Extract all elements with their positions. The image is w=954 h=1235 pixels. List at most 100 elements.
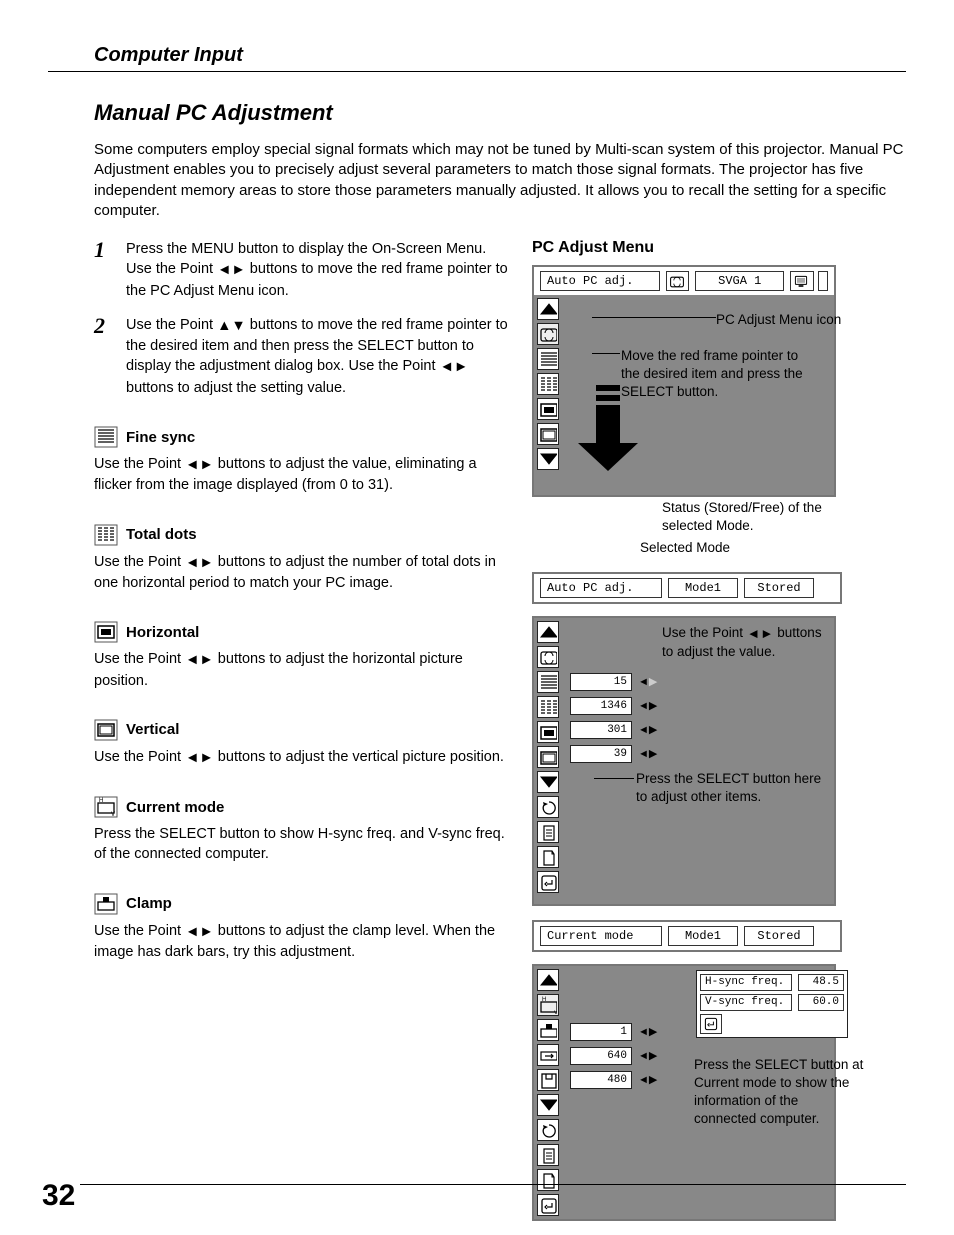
current-mode-icon — [94, 796, 118, 818]
fine-sync-desc: Use the Point ◄► buttons to adjust the v… — [94, 454, 514, 496]
fine-sync-label: Fine sync — [126, 429, 195, 446]
scroll-up-icon[interactable] — [537, 969, 559, 991]
reload-item[interactable] — [537, 1119, 559, 1141]
bar2-mid: Mode1 — [668, 578, 738, 598]
total-dots-item[interactable] — [537, 373, 559, 395]
step-1-text: Press the MENU button to display the On-… — [126, 239, 514, 301]
value-vertical: 39 — [570, 745, 632, 763]
pc-adjust-menu-title: PC Adjust Menu — [532, 239, 906, 257]
osd1-sys-label: SVGA 1 — [695, 271, 784, 291]
scroll-down-icon[interactable] — [537, 771, 559, 793]
total-dots-label: Total dots — [126, 526, 197, 543]
vertical-label: Vertical — [126, 721, 179, 738]
return-item[interactable] — [537, 871, 559, 893]
vsync-label: V-sync freq. — [700, 994, 792, 1011]
intro-text: Some computers employ special signal for… — [94, 140, 906, 221]
note-curmode: Press the SELECT button at Current mode … — [694, 1056, 864, 1129]
note-selmode: Selected Mode — [640, 539, 760, 557]
value-fine-sync: 15 — [570, 673, 632, 691]
step-number-1: 1 — [94, 239, 114, 301]
display-area-item[interactable] — [537, 1044, 559, 1066]
current-mode-label: Current mode — [126, 799, 224, 816]
bar2-right: Stored — [744, 578, 814, 598]
value-horizontal: 301 — [570, 721, 632, 739]
osd-panel-1: Auto PC adj. SVGA 1 — [532, 265, 836, 497]
clamp-item[interactable] — [537, 1019, 559, 1041]
hsync-value: 48.5 — [798, 974, 844, 991]
adjust-arrows[interactable]: ◄▶ — [638, 1025, 657, 1038]
fine-sync-item[interactable] — [537, 348, 559, 370]
scroll-down-icon[interactable] — [537, 448, 559, 470]
section-title: Computer Input — [94, 44, 906, 67]
status-bar-2: Current mode Mode1 Stored — [532, 920, 842, 952]
bar3-right: Stored — [744, 926, 814, 946]
vertical-item[interactable] — [537, 423, 559, 445]
note-move: Move the red frame pointer to the desire… — [621, 347, 811, 402]
fine-sync-item[interactable] — [537, 671, 559, 693]
note-status: Status (Stored/Free) of the selected Mod… — [662, 499, 852, 535]
bar3-left: Current mode — [540, 926, 662, 946]
scroll-down-icon[interactable] — [537, 1094, 559, 1116]
top-rule — [48, 71, 906, 72]
return-icon[interactable] — [700, 1014, 722, 1034]
total-dots-icon — [94, 524, 118, 546]
horizontal-item[interactable] — [537, 721, 559, 743]
page-number: 32 — [42, 1179, 75, 1213]
left-right-icon: ◄► — [440, 357, 469, 377]
total-dots-desc: Use the Point ◄► buttons to adjust the n… — [94, 552, 514, 594]
step-number-2: 2 — [94, 315, 114, 398]
status-bar-1: Auto PC adj. Mode1 Stored — [532, 572, 842, 604]
osd-panel-3: 1 ◄▶ 640 ◄▶ 480 ◄▶ — [532, 964, 836, 1221]
adjust-arrows[interactable]: ◄▶ — [638, 699, 657, 712]
osd1-top-label: Auto PC adj. — [540, 271, 660, 291]
adjust-arrows[interactable]: ◄▶ — [638, 747, 657, 760]
doc2-item[interactable] — [537, 1169, 559, 1191]
value-disp-v: 480 — [570, 1071, 632, 1089]
left-right-icon: ◄► — [217, 260, 246, 280]
current-mode-item[interactable] — [537, 994, 559, 1016]
auto-pc-item[interactable] — [537, 646, 559, 668]
store-item[interactable] — [537, 1069, 559, 1091]
hsync-label: H-sync freq. — [700, 974, 792, 991]
note-other: Press the SELECT button here to adjust o… — [636, 770, 826, 806]
vertical-item[interactable] — [537, 746, 559, 768]
total-dots-item[interactable] — [537, 696, 559, 718]
clamp-icon — [94, 893, 118, 915]
horizontal-desc: Use the Point ◄► buttons to adjust the h… — [94, 649, 514, 691]
note-adjust: Use the Point ◄► buttons to adjust the v… — [662, 624, 832, 661]
page-title: Manual PC Adjustment — [94, 100, 906, 126]
return-item[interactable] — [537, 1194, 559, 1216]
auto-pc-item[interactable] — [537, 323, 559, 345]
adjust-arrows[interactable]: ◄▶ — [638, 675, 657, 688]
current-mode-desc: Press the SELECT button to show H-sync f… — [94, 824, 514, 865]
monitor-icon — [790, 271, 814, 291]
osd-panel-2: Use the Point ◄► buttons to adjust the v… — [532, 616, 836, 906]
clamp-label: Clamp — [126, 895, 172, 912]
horizontal-item[interactable] — [537, 398, 559, 420]
up-down-icon: ▲▼ — [217, 316, 246, 336]
horizontal-label: Horizontal — [126, 624, 199, 641]
bottom-rule — [80, 1184, 906, 1185]
bar3-mid: Mode1 — [668, 926, 738, 946]
value-total-dots: 1346 — [570, 697, 632, 715]
vertical-desc: Use the Point ◄► buttons to adjust the v… — [94, 747, 514, 768]
bar2-left: Auto PC adj. — [540, 578, 662, 598]
vsync-value: 60.0 — [798, 994, 844, 1011]
adjust-arrows[interactable]: ◄▶ — [638, 1073, 657, 1086]
doc2-item[interactable] — [537, 846, 559, 868]
fine-sync-icon — [94, 426, 118, 448]
step-2-text: Use the Point ▲▼ buttons to move the red… — [126, 315, 514, 398]
freq-info-box: H-sync freq. 48.5 V-sync freq. 60.0 — [696, 970, 848, 1038]
scroll-up-icon[interactable] — [537, 621, 559, 643]
horizontal-icon — [94, 621, 118, 643]
top-more-icon — [818, 271, 828, 291]
note-icon: PC Adjust Menu icon — [716, 311, 846, 329]
doc1-item[interactable] — [537, 821, 559, 843]
doc1-item[interactable] — [537, 1144, 559, 1166]
adjust-arrows[interactable]: ◄▶ — [638, 723, 657, 736]
value-disp-h: 640 — [570, 1047, 632, 1065]
reload-item[interactable] — [537, 796, 559, 818]
scroll-up-icon[interactable] — [537, 298, 559, 320]
adjust-arrows[interactable]: ◄▶ — [638, 1049, 657, 1062]
vertical-icon — [94, 719, 118, 741]
